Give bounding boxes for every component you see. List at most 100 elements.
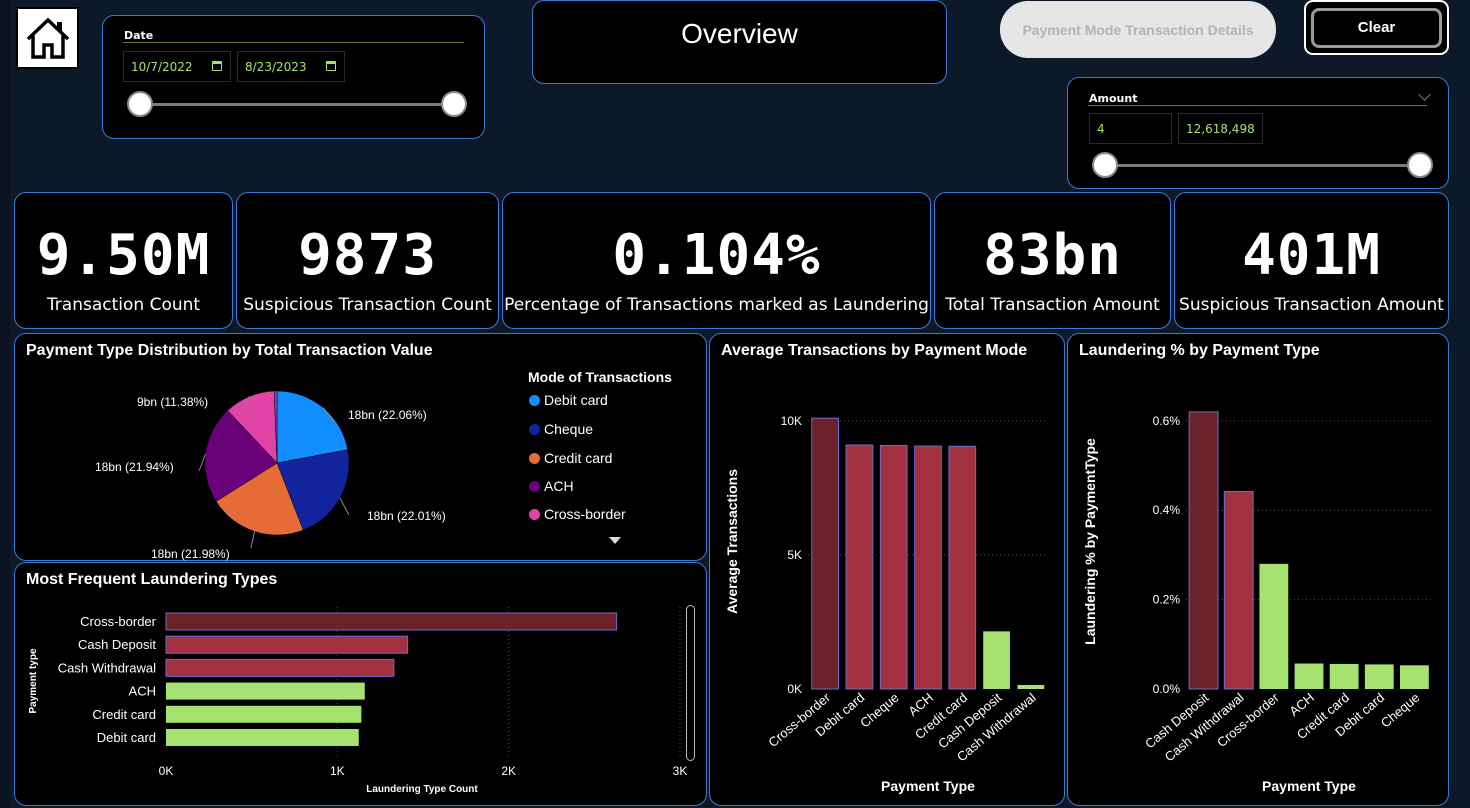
bar-cross-border bbox=[811, 417, 840, 690]
legend-dot bbox=[529, 508, 540, 520]
pie-data-label: 18bn (21.98%) bbox=[151, 547, 230, 561]
pie-leader-line bbox=[339, 497, 350, 516]
kpi-value: 9.50M bbox=[36, 223, 211, 288]
avg-transactions-chart[interactable]: 0K5K10KCross-borderDebit cardCheque ACHCr… bbox=[710, 334, 1064, 804]
kpi-card-suspicious-count: 9873 Suspicious Transaction Count bbox=[236, 192, 499, 329]
amount-slider-min-handle[interactable] bbox=[1092, 152, 1118, 178]
payment-mode-details-button[interactable]: Payment Mode Transaction Details bbox=[1000, 1, 1276, 58]
date-start-input[interactable]: 10/7/2022 bbox=[123, 51, 231, 82]
page-title-card: Overview bbox=[532, 0, 947, 84]
date-slicer: Date 10/7/2022 8/23/2023 bbox=[102, 15, 485, 139]
date-end-input[interactable]: 8/23/2023 bbox=[237, 51, 345, 82]
amount-slider-max-handle[interactable] bbox=[1407, 152, 1433, 178]
y-tick-label: Cash Deposit bbox=[78, 637, 156, 652]
legend-dot bbox=[529, 423, 540, 435]
legend-item-debit-card[interactable]: Debit card bbox=[529, 392, 608, 408]
bar-debit-card bbox=[845, 444, 874, 690]
home-icon bbox=[26, 17, 69, 59]
pie-chart-card: Payment Type Distribution by Total Trans… bbox=[14, 333, 707, 561]
kpi-value: 401M bbox=[1242, 223, 1381, 288]
clear-button[interactable]: Clear bbox=[1304, 0, 1449, 55]
pie-data-label: 18bn (22.01%) bbox=[367, 509, 446, 523]
legend-item-ach[interactable]: ACH bbox=[529, 478, 574, 494]
amount-slider-track[interactable] bbox=[1104, 164, 1422, 167]
kpi-label: Transaction Count bbox=[46, 295, 201, 315]
legend-dot bbox=[529, 394, 540, 406]
x-tick-label: 3K bbox=[673, 764, 688, 778]
amount-slicer-underline bbox=[1088, 105, 1427, 106]
bar-ach bbox=[1294, 663, 1324, 689]
y-tick-label: 0.4% bbox=[1153, 503, 1181, 517]
bar-cash-deposit bbox=[165, 635, 409, 654]
y-tick-label: 0.6% bbox=[1153, 414, 1181, 428]
x-tick-label: Cheque bbox=[1378, 690, 1423, 731]
legend-label: ACH bbox=[544, 478, 574, 494]
y-tick-label: ACH bbox=[129, 684, 156, 699]
pie-chart[interactable]: 18bn (22.06%) 18bn (22.01%) 18bn (21.98%) 1… bbox=[15, 352, 515, 562]
bar-cash-deposit bbox=[983, 631, 1010, 689]
amount-slicer: Amount 4 12,618,498 bbox=[1067, 77, 1449, 189]
bar-ach bbox=[914, 445, 942, 690]
date-end-value: 8/23/2023 bbox=[245, 60, 307, 74]
bar-debit-card bbox=[166, 729, 359, 746]
legend-item-credit-card[interactable]: Credit card bbox=[529, 450, 612, 466]
kpi-card-transaction-count: 9.50M Transaction Count bbox=[14, 192, 233, 329]
amount-max-input[interactable]: 12,618,498 bbox=[1178, 113, 1263, 144]
date-slider-end-handle[interactable] bbox=[441, 91, 467, 117]
bar-cash-withdrawal bbox=[1017, 684, 1045, 689]
legend-label: Credit card bbox=[544, 450, 613, 466]
amount-min-input[interactable]: 4 bbox=[1089, 113, 1172, 144]
x-tick-label: 0K bbox=[159, 764, 174, 778]
y-axis-title: Laundering % by PaymentType bbox=[1082, 438, 1098, 645]
x-axis-title: Payment Type bbox=[881, 778, 975, 794]
bar-cash-withdrawal bbox=[1223, 490, 1254, 690]
bar-cheque bbox=[1400, 665, 1429, 689]
date-start-value: 10/7/2022 bbox=[131, 60, 193, 74]
pie-data-label: 18bn (21.94%) bbox=[95, 460, 174, 474]
amount-slicer-label: Amount bbox=[1089, 92, 1138, 105]
amount-max-value: 12,618,498 bbox=[1186, 122, 1255, 136]
pie-data-label: 9bn (11.38%) bbox=[137, 395, 208, 409]
kpi-label: Suspicious Transaction Count bbox=[243, 295, 492, 315]
chevron-down-icon[interactable] bbox=[1418, 88, 1431, 101]
chart-scrollbar[interactable] bbox=[686, 605, 695, 761]
page-title: Overview bbox=[681, 18, 798, 49]
kpi-card-laundering-percentage: 0.104% Percentage of Transactions marked… bbox=[502, 192, 931, 329]
calendar-icon[interactable] bbox=[326, 61, 336, 71]
bar-credit-card bbox=[166, 705, 362, 723]
y-tick-label: 5K bbox=[787, 548, 802, 562]
legend-scroll-down-icon[interactable] bbox=[609, 537, 621, 544]
legend-item-cross-border[interactable]: Cross-border bbox=[529, 506, 626, 522]
kpi-value: 9873 bbox=[298, 223, 437, 288]
laundering-types-card: Most Frequent Laundering Types 0K 1K 2K 3K C… bbox=[14, 562, 707, 806]
date-slicer-underline bbox=[123, 42, 464, 43]
bar-credit-card bbox=[1329, 663, 1359, 689]
date-slider-track[interactable] bbox=[137, 103, 455, 106]
legend-item-cheque[interactable]: Cheque bbox=[529, 421, 593, 437]
y-tick-label: Cash Withdrawal bbox=[58, 660, 156, 675]
calendar-icon[interactable] bbox=[212, 61, 222, 71]
clear-button-inner: Clear bbox=[1311, 7, 1442, 48]
y-tick-label: Credit card bbox=[92, 707, 156, 722]
kpi-card-suspicious-amount: 401M Suspicious Transaction Amount bbox=[1174, 192, 1449, 329]
amount-min-value: 4 bbox=[1097, 122, 1105, 136]
avg-transactions-card: Average Transactions by Payment Mode 0K 5… bbox=[709, 333, 1065, 806]
x-axis-title: Laundering Type Count bbox=[366, 784, 478, 795]
x-tick-label: Cheque bbox=[857, 690, 902, 731]
date-slicer-label: Date bbox=[124, 29, 154, 42]
kpi-label: Percentage of Transactions marked as Lau… bbox=[504, 295, 929, 315]
kpi-label: Suspicious Transaction Amount bbox=[1179, 295, 1444, 315]
x-tick-label: 2K bbox=[501, 764, 516, 778]
kpi-value: 0.104% bbox=[612, 223, 821, 288]
legend-dot bbox=[529, 452, 540, 464]
y-tick-label: 0.2% bbox=[1153, 593, 1181, 607]
x-axis-title: Payment Type bbox=[1262, 778, 1356, 794]
laundering-types-chart[interactable]: 0K 1K 2K 3K Cross-border Cash Deposit Cash Wit… bbox=[15, 563, 705, 803]
date-slider-start-handle[interactable] bbox=[127, 91, 153, 117]
kpi-card-total-amount: 83bn Total Transaction Amount bbox=[934, 192, 1171, 329]
home-button[interactable] bbox=[16, 7, 79, 69]
legend-label: Cheque bbox=[544, 421, 594, 437]
laundering-pct-chart[interactable]: 0.0%0.2%0.4%0.6%Cash DepositCash Withdra… bbox=[1068, 334, 1448, 804]
pie-data-label: 18bn (22.06%) bbox=[348, 408, 427, 422]
pie-leader-line bbox=[198, 453, 207, 472]
